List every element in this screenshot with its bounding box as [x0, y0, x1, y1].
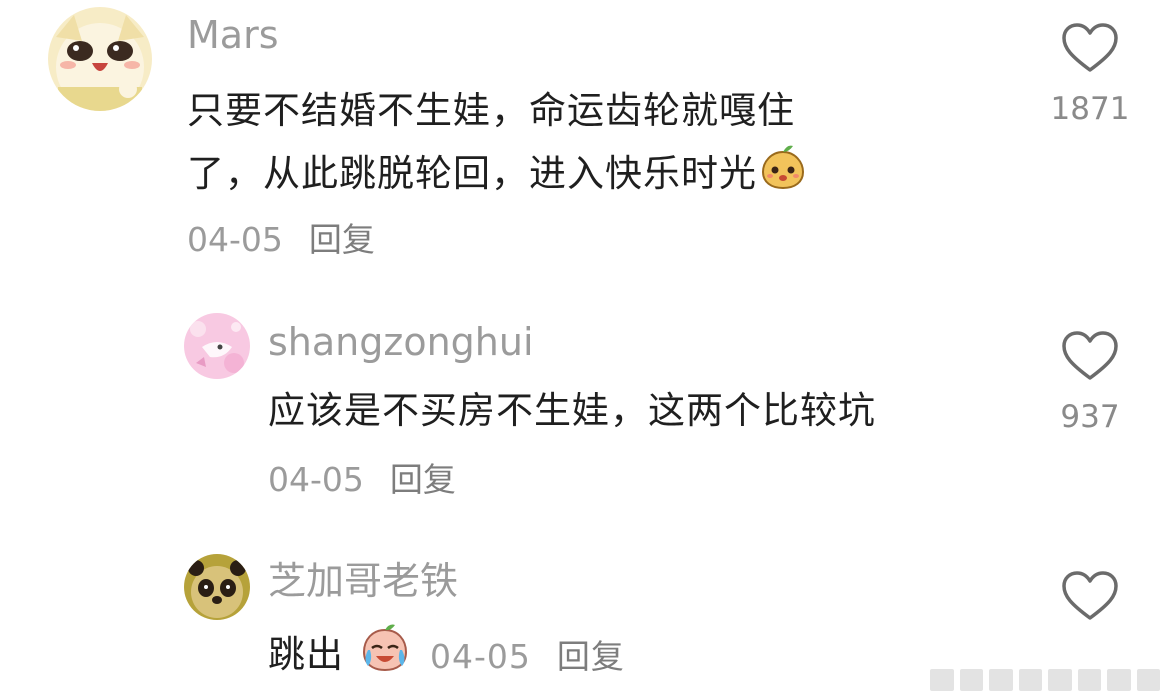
watermark-segment — [1048, 669, 1072, 691]
username[interactable]: shangzonghui — [268, 323, 534, 361]
avatar[interactable] — [48, 7, 152, 111]
watermark-segment — [1107, 669, 1131, 691]
like-control: 937 — [1030, 330, 1150, 433]
pear-face-emoji-icon — [759, 142, 807, 209]
watermark-segment — [1018, 669, 1042, 691]
avatar[interactable] — [184, 313, 250, 379]
panda-avatar-icon — [184, 554, 250, 620]
comment-text: 应该是不买房不生娃，这两个比较坑 — [268, 389, 876, 432]
reply-button[interactable]: 回复 — [390, 460, 456, 499]
pink-pattern-avatar-icon — [184, 313, 250, 379]
like-control: 1871 — [1030, 22, 1150, 125]
username[interactable]: 芝加哥老铁 — [268, 562, 458, 600]
reply-button[interactable]: 回复 — [309, 220, 375, 259]
like-control — [1030, 570, 1150, 642]
avatar[interactable] — [184, 554, 250, 620]
watermark-segment — [959, 669, 983, 691]
comment-text-line: 了，从此跳脱轮回，进入快乐时光 — [187, 142, 807, 209]
comment-text: 跳出 04-05 回复 — [268, 622, 625, 691]
comment-date: 04-05 — [430, 637, 531, 676]
comment-list: Mars 只要不结婚不生娃，命运齿轮就嘎住 了，从此跳脱轮回，进入快乐时光 04… — [0, 0, 1170, 699]
comment-meta: 04-05 回复 — [430, 637, 625, 676]
username[interactable]: Mars — [187, 16, 279, 54]
crying-laughing-emoji-icon — [360, 622, 410, 691]
comment-date: 04-05 — [268, 460, 364, 499]
like-count: 937 — [1060, 399, 1120, 435]
like-count: 1871 — [1050, 91, 1130, 127]
comment-date: 04-05 — [187, 220, 283, 259]
watermark-segment — [989, 669, 1013, 691]
cat-avatar-icon — [48, 7, 152, 111]
comment-text: 只要不结婚不生娃，命运齿轮就嘎住 了，从此跳脱轮回，进入快乐时光 — [187, 80, 807, 209]
heart-outline-icon[interactable] — [1061, 570, 1119, 622]
heart-outline-icon[interactable] — [1061, 22, 1119, 74]
comment-text-line: 只要不结婚不生娃，命运齿轮就嘎住 — [187, 89, 795, 132]
reply-button[interactable]: 回复 — [557, 637, 625, 676]
watermark-segment — [1136, 669, 1160, 691]
watermark-segment — [930, 669, 954, 691]
heart-outline-icon[interactable] — [1061, 330, 1119, 382]
comment-text-line-content: 了，从此跳脱轮回，进入快乐时光 — [187, 152, 757, 195]
watermark — [930, 669, 1160, 691]
comment-meta: 04-05 回复 — [187, 223, 375, 256]
comment-meta: 04-05 回复 — [268, 463, 456, 496]
watermark-segment — [1077, 669, 1101, 691]
comment-text-content: 跳出 — [268, 633, 344, 676]
